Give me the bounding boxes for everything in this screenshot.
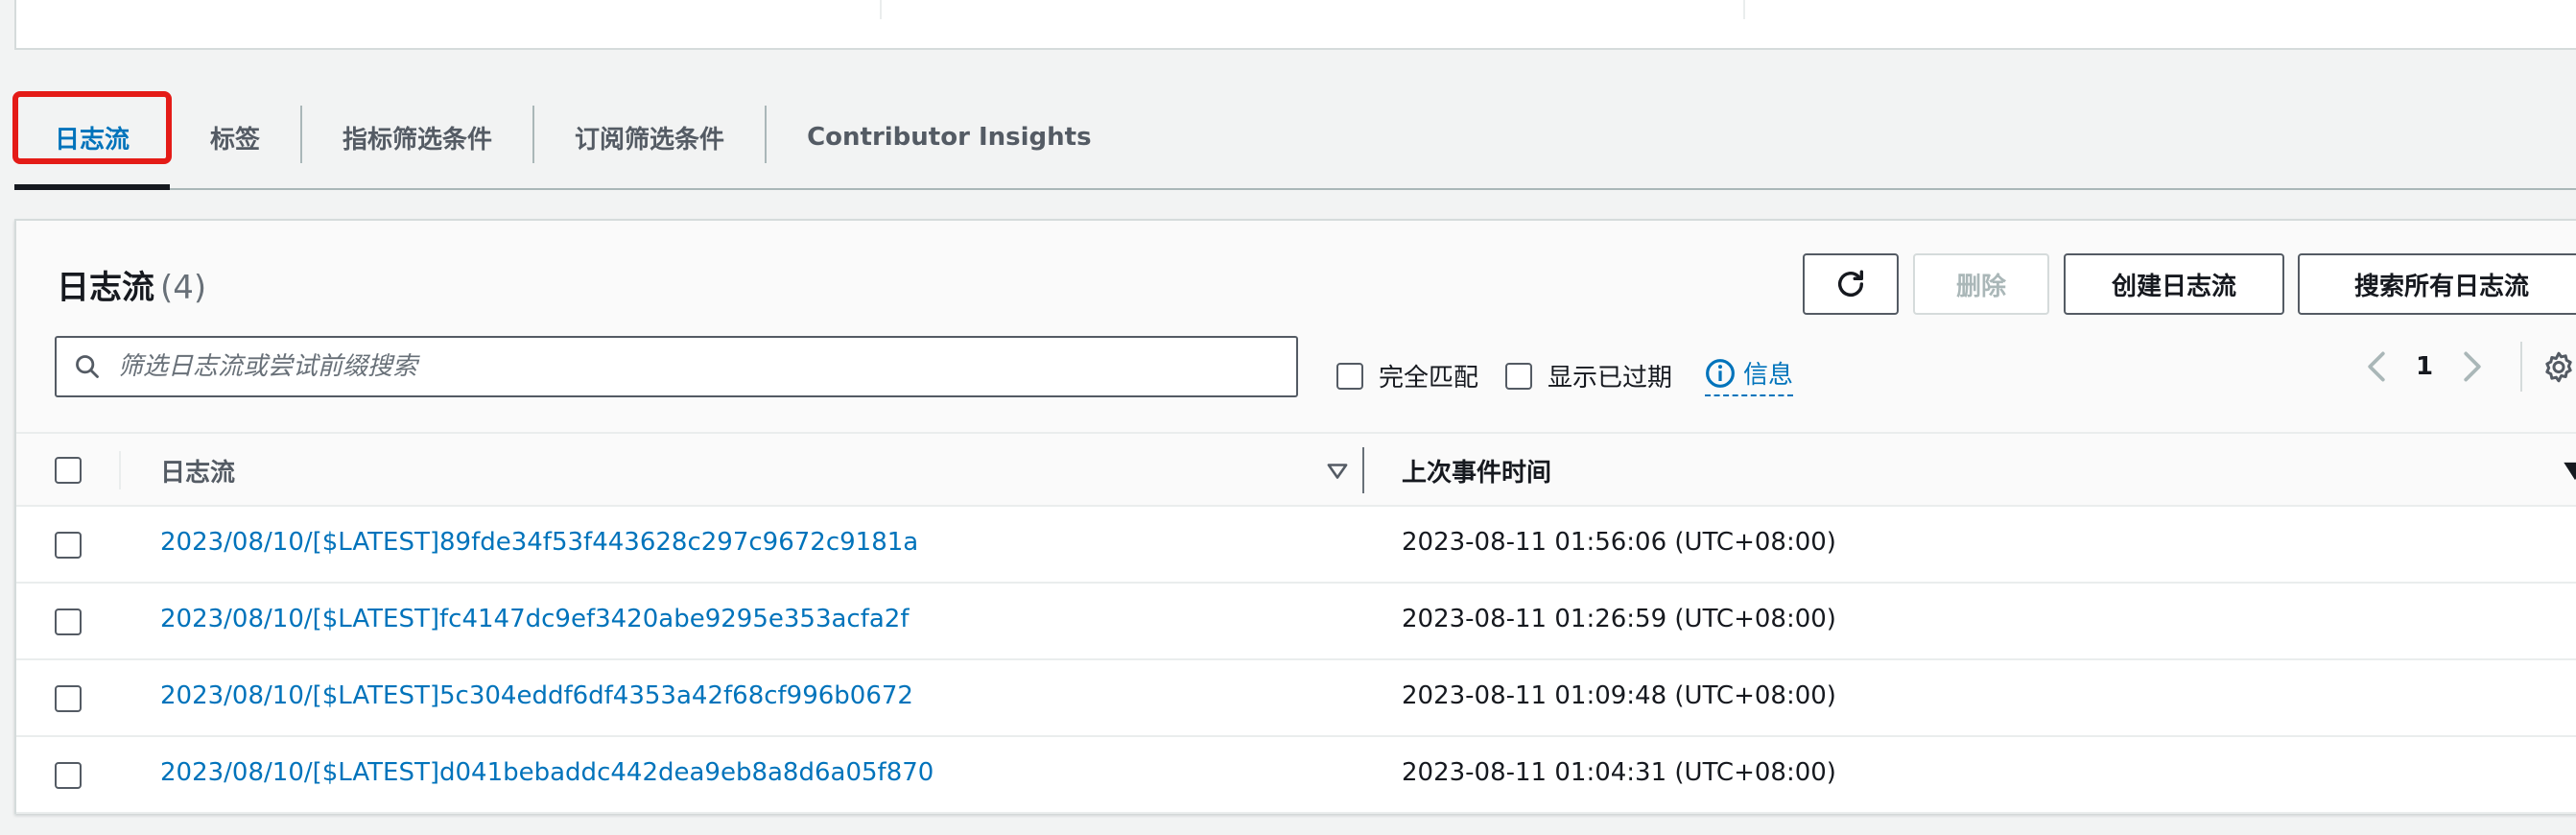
- row-checkbox[interactable]: [55, 532, 82, 559]
- stream-count: (4): [160, 269, 207, 307]
- sort-down-filled-icon[interactable]: [2563, 461, 2576, 482]
- cut-off-text: [60, 0, 176, 4]
- tab-log-streams[interactable]: 日志流: [14, 86, 171, 190]
- search-input[interactable]: [116, 351, 1171, 382]
- panel-title-text: 日志流: [57, 269, 154, 307]
- sort-down-outline-icon[interactable]: [1325, 459, 1350, 484]
- pagination: 1: [2357, 344, 2492, 390]
- table-header: 日志流 上次事件时间: [16, 432, 2576, 507]
- create-log-stream-button[interactable]: 创建日志流: [2064, 253, 2284, 315]
- tab-contributor-insights[interactable]: Contributor Insights: [767, 86, 1132, 188]
- tab-metric-filters[interactable]: 指标筛选条件: [302, 86, 532, 188]
- tab-bar: 日志流 标签 指标筛选条件 订阅筛选条件 Contributor Insight…: [14, 86, 2576, 190]
- column-separator: [119, 451, 121, 489]
- column-resizer[interactable]: [1362, 447, 1364, 493]
- chevron-right-icon: [2464, 351, 2481, 382]
- refresh-button[interactable]: [1803, 253, 1899, 315]
- table-row[interactable]: 2023/08/10/[$LATEST]fc4147dc9ef3420abe92…: [16, 584, 2576, 660]
- last-event-time: 2023-08-11 01:09:48 (UTC+08:00): [1402, 681, 1836, 710]
- last-event-time: 2023-08-11 01:04:31 (UTC+08:00): [1402, 758, 1836, 787]
- settings-gear-icon[interactable]: [2540, 349, 2576, 388]
- info-link[interactable]: 信息: [1705, 355, 1794, 396]
- show-expired-label: 显示已过期: [1548, 364, 1673, 393]
- column-separator: [880, 0, 882, 19]
- exact-match-checkbox[interactable]: [1336, 362, 1363, 390]
- select-all-checkbox[interactable]: [55, 457, 82, 484]
- tab-tags[interactable]: 标签: [170, 86, 300, 188]
- log-stream-link[interactable]: 2023/08/10/[$LATEST]89fde34f53f443628c29…: [160, 528, 918, 557]
- chevron-left-icon: [2368, 351, 2385, 382]
- search-icon: [76, 355, 99, 378]
- delete-button[interactable]: 删除: [1913, 253, 2049, 315]
- row-checkbox[interactable]: [55, 685, 82, 712]
- info-icon: [1706, 358, 1735, 388]
- log-stream-link[interactable]: 2023/08/10/[$LATEST]5c304eddf6df4353a42f…: [160, 681, 913, 710]
- next-page-button[interactable]: [2453, 344, 2492, 390]
- previous-page-button[interactable]: [2357, 344, 2396, 390]
- refresh-icon: [1837, 270, 1864, 297]
- log-streams-panel: 日志流(4) 删除 创建日志流 搜索所有日志流 完全匹配 显示已过期: [14, 219, 2576, 814]
- current-page-number[interactable]: 1: [2396, 352, 2453, 381]
- exact-match-option[interactable]: 完全匹配: [1336, 358, 1478, 394]
- row-checkbox[interactable]: [55, 608, 82, 635]
- info-label: 信息: [1743, 361, 1794, 390]
- log-stream-link[interactable]: 2023/08/10/[$LATEST]fc4147dc9ef3420abe92…: [160, 605, 910, 633]
- panel-header: 日志流(4) 删除 创建日志流 搜索所有日志流 完全匹配 显示已过期: [16, 221, 2576, 432]
- show-expired-option[interactable]: 显示已过期: [1505, 358, 1672, 394]
- log-stream-link[interactable]: 2023/08/10/[$LATEST]d041bebaddc442dea9eb…: [160, 758, 934, 787]
- top-summary-card: [14, 0, 2576, 50]
- table-row[interactable]: 2023/08/10/[$LATEST]d041bebaddc442dea9eb…: [16, 737, 2576, 814]
- panel-title: 日志流 (4): [57, 261, 206, 308]
- column-header-last-event-time[interactable]: 上次事件时间: [1402, 453, 1551, 489]
- column-separator: [1743, 0, 1745, 19]
- tab-subscription-filters[interactable]: 订阅筛选条件: [534, 86, 765, 188]
- last-event-time: 2023-08-11 01:26:59 (UTC+08:00): [1402, 605, 1836, 633]
- exact-match-label: 完全匹配: [1379, 364, 1479, 393]
- search-all-log-streams-button[interactable]: 搜索所有日志流: [2298, 253, 2576, 315]
- pager-divider: [2520, 342, 2522, 392]
- table-row[interactable]: 2023/08/10/[$LATEST]5c304eddf6df4353a42f…: [16, 660, 2576, 737]
- column-header-log-stream[interactable]: 日志流: [160, 453, 235, 489]
- row-checkbox[interactable]: [55, 762, 82, 789]
- last-event-time: 2023-08-11 01:56:06 (UTC+08:00): [1402, 528, 1836, 557]
- table-row[interactable]: 2023/08/10/[$LATEST]89fde34f53f443628c29…: [16, 507, 2576, 584]
- show-expired-checkbox[interactable]: [1505, 362, 1532, 390]
- search-box[interactable]: [55, 336, 1298, 397]
